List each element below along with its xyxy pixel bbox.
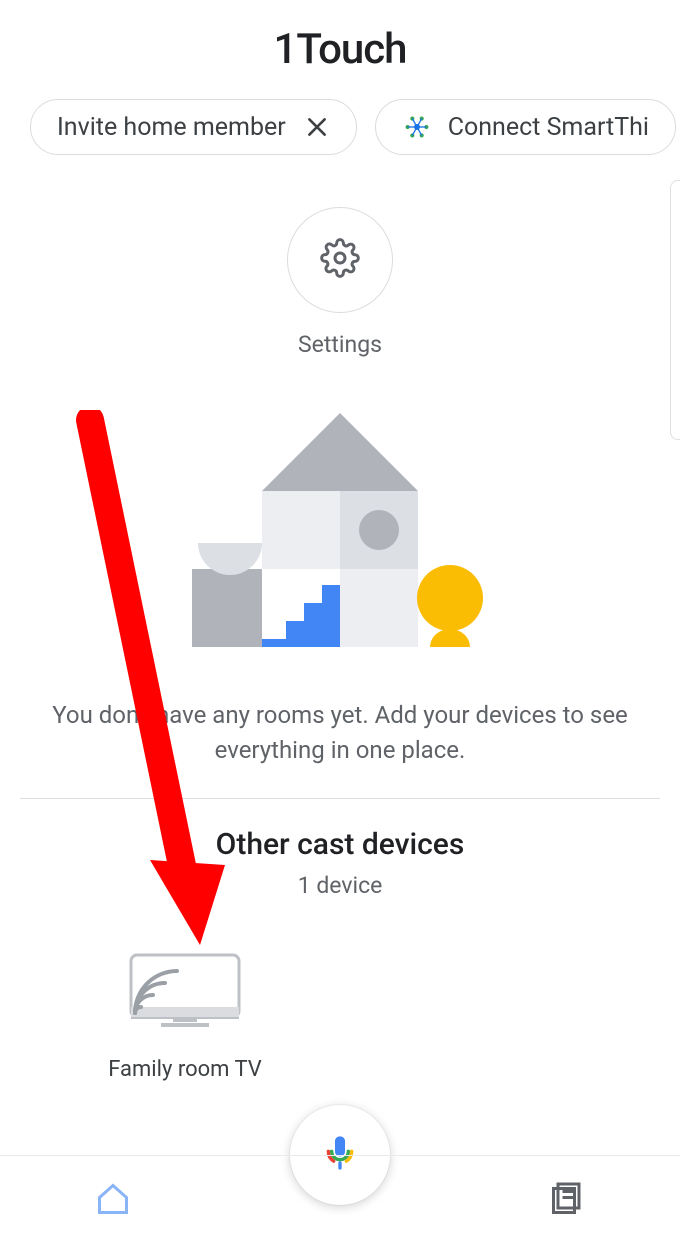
invite-home-member-chip[interactable]: Invite home member bbox=[30, 99, 357, 155]
cast-devices-title: Other cast devices bbox=[0, 827, 680, 862]
bottom-navigation bbox=[0, 1155, 680, 1245]
empty-rooms-message: You don't have any rooms yet. Add your d… bbox=[40, 698, 640, 768]
settings-label: Settings bbox=[298, 331, 382, 358]
device-name-label: Family room TV bbox=[108, 1057, 262, 1082]
close-icon[interactable] bbox=[304, 114, 330, 140]
suggestion-chips-row: Invite home member bbox=[0, 89, 680, 167]
nav-feed-tab[interactable] bbox=[549, 1181, 585, 1221]
cast-devices-count: 1 device bbox=[0, 872, 680, 899]
smartthings-icon bbox=[402, 112, 432, 142]
settings-shortcut[interactable]: Settings bbox=[0, 207, 680, 358]
header: 1Touch bbox=[0, 0, 680, 89]
chip-label: Connect SmartThi bbox=[448, 113, 649, 142]
nav-home-tab[interactable] bbox=[95, 1181, 131, 1221]
section-divider bbox=[20, 798, 660, 799]
page-title: 1Touch bbox=[0, 25, 680, 74]
home-icon bbox=[95, 1202, 131, 1221]
settings-button[interactable] bbox=[287, 207, 393, 313]
connect-smartthings-chip[interactable]: Connect SmartThi bbox=[375, 99, 676, 155]
gear-icon bbox=[320, 238, 360, 282]
chip-label: Invite home member bbox=[57, 113, 286, 142]
empty-home-illustration bbox=[188, 413, 493, 658]
feed-icon bbox=[549, 1202, 585, 1221]
tv-cast-icon bbox=[125, 949, 245, 1043]
cast-devices-header: Other cast devices 1 device bbox=[0, 827, 680, 899]
scroll-edge-indicator bbox=[670, 180, 680, 440]
cast-device-tile[interactable]: Family room TV bbox=[90, 949, 280, 1082]
